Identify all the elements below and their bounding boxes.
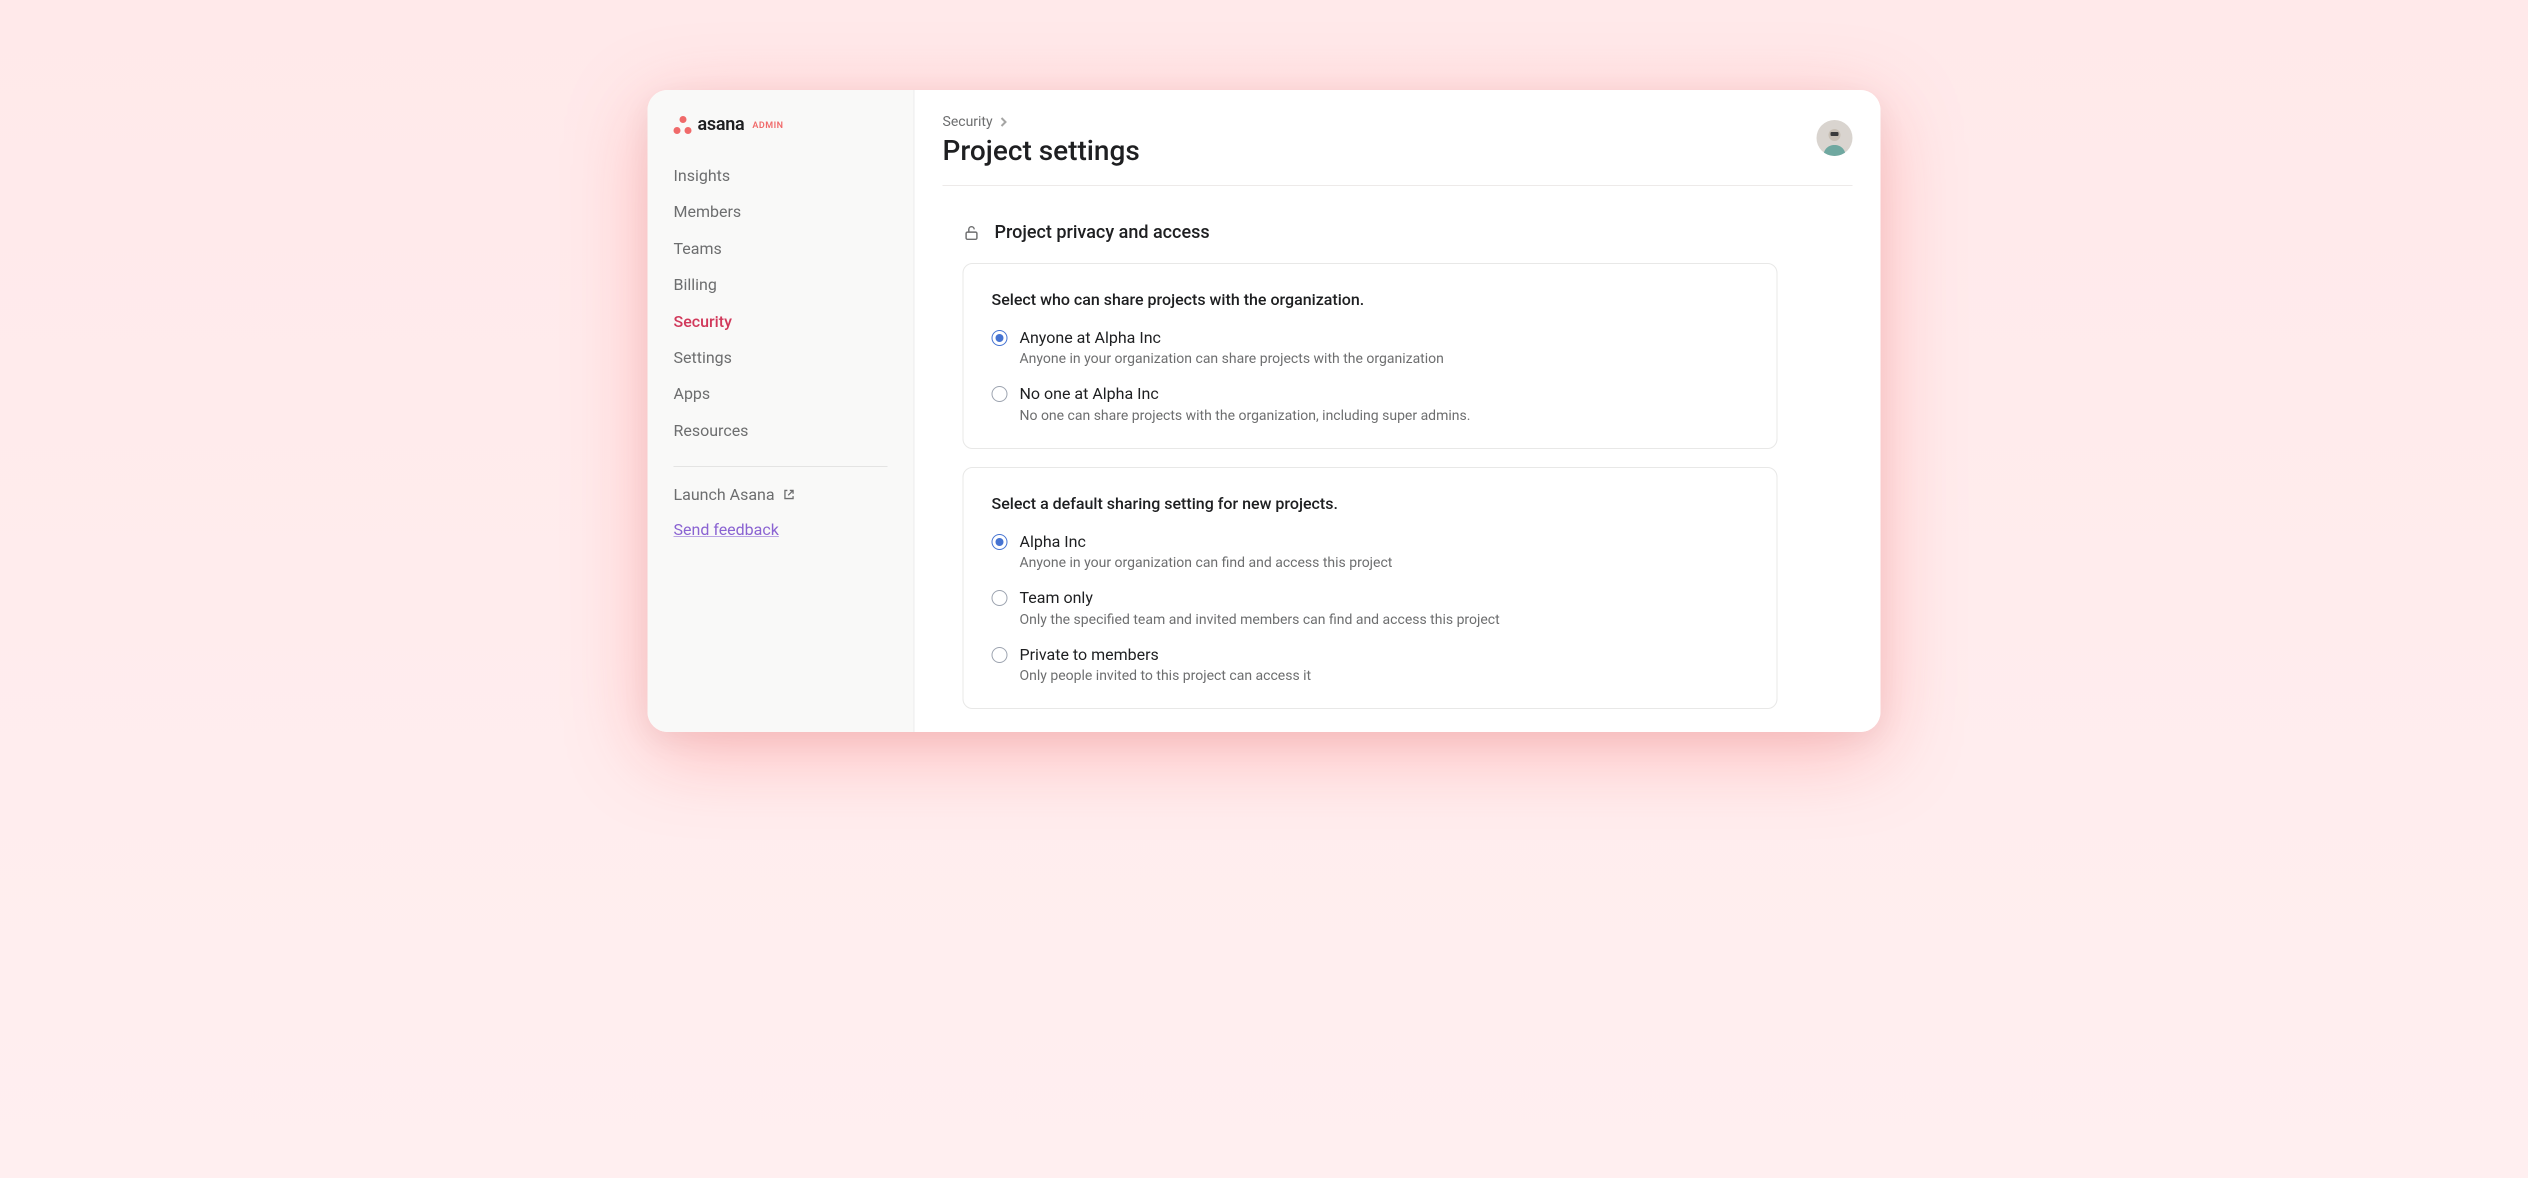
chevron-right-icon <box>999 117 1009 127</box>
default-sharing-card: Select a default sharing setting for new… <box>963 467 1778 709</box>
brand-name: asana <box>698 114 745 135</box>
sidebar-secondary: Launch Asana Send feedback <box>648 485 914 539</box>
sidebar-item-settings[interactable]: Settings <box>674 347 888 369</box>
radio-description: No one can share projects with the organ… <box>1020 408 1471 424</box>
radio-label: Alpha Inc <box>1020 531 1393 553</box>
radio-input-team[interactable] <box>992 590 1008 606</box>
lock-open-icon <box>963 224 981 242</box>
sharing-permissions-card: Select who can share projects with the o… <box>963 263 1778 449</box>
radio-description: Anyone in your organization can share pr… <box>1020 351 1444 367</box>
radio-option-team[interactable]: Team only Only the specified team and in… <box>992 587 1749 627</box>
asana-logo-icon <box>674 116 692 134</box>
radio-option-noone[interactable]: No one at Alpha Inc No one can share pro… <box>992 383 1749 423</box>
radio-label: Team only <box>1020 587 1500 609</box>
user-avatar[interactable] <box>1817 120 1853 156</box>
default-card-title: Select a default sharing setting for new… <box>992 494 1749 513</box>
sharing-card-title: Select who can share projects with the o… <box>992 290 1749 309</box>
radio-description: Only people invited to this project can … <box>1020 668 1312 684</box>
section-header: Project privacy and access <box>963 222 1853 243</box>
radio-input-anyone[interactable] <box>992 330 1008 346</box>
sidebar-item-resources[interactable]: Resources <box>674 420 888 442</box>
sidebar-item-teams[interactable]: Teams <box>674 238 888 260</box>
breadcrumb: Security <box>943 114 1140 130</box>
radio-option-org[interactable]: Alpha Inc Anyone in your organization ca… <box>992 531 1749 571</box>
radio-input-noone[interactable] <box>992 386 1008 402</box>
sidebar-nav: Insights Members Teams Billing Security … <box>648 153 914 442</box>
page-header: Security Project settings <box>943 114 1853 186</box>
sidebar-item-security[interactable]: Security <box>674 311 888 333</box>
sidebar-item-members[interactable]: Members <box>674 201 888 223</box>
launch-asana-link[interactable]: Launch Asana <box>674 485 888 504</box>
admin-console-window: asana ADMIN Insights Members Teams Billi… <box>648 90 1881 732</box>
sidebar-item-insights[interactable]: Insights <box>674 165 888 187</box>
radio-description: Only the specified team and invited memb… <box>1020 612 1500 628</box>
sidebar-item-billing[interactable]: Billing <box>674 274 888 296</box>
section-title: Project privacy and access <box>995 222 1210 243</box>
radio-label: Private to members <box>1020 644 1312 666</box>
launch-asana-label: Launch Asana <box>674 485 775 504</box>
external-link-icon <box>783 488 796 501</box>
page-title: Project settings <box>943 134 1140 167</box>
radio-description: Anyone in your organization can find and… <box>1020 555 1393 571</box>
radio-option-anyone[interactable]: Anyone at Alpha Inc Anyone in your organ… <box>992 327 1749 367</box>
send-feedback-link[interactable]: Send feedback <box>674 520 779 539</box>
avatar-icon <box>1820 124 1850 156</box>
radio-label: Anyone at Alpha Inc <box>1020 327 1444 349</box>
radio-input-private[interactable] <box>992 647 1008 663</box>
sidebar-item-apps[interactable]: Apps <box>674 383 888 405</box>
breadcrumb-parent[interactable]: Security <box>943 114 993 130</box>
settings-content: Project privacy and access Select who ca… <box>943 186 1853 709</box>
radio-label: No one at Alpha Inc <box>1020 383 1471 405</box>
radio-input-org[interactable] <box>992 534 1008 550</box>
brand-admin-tag: ADMIN <box>752 121 783 131</box>
brand-logo[interactable]: asana ADMIN <box>648 114 914 153</box>
main-content: Security Project settings Project <box>915 90 1881 732</box>
sidebar: asana ADMIN Insights Members Teams Billi… <box>648 90 915 732</box>
sidebar-divider <box>674 466 888 467</box>
radio-option-private[interactable]: Private to members Only people invited t… <box>992 644 1749 684</box>
